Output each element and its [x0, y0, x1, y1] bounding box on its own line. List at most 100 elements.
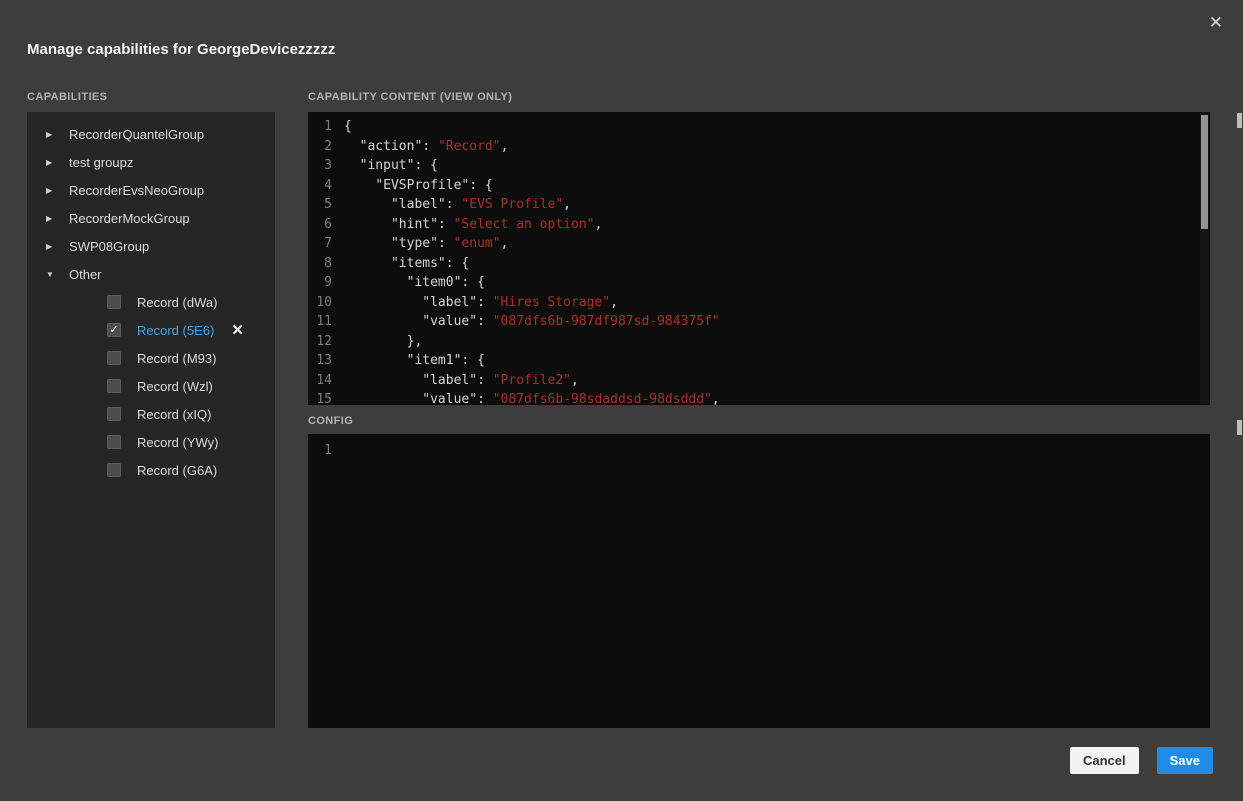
editor-scrollbar-track[interactable]: [1200, 113, 1209, 404]
tree-item-record-5e6[interactable]: ✓Record (5E6) ✕: [27, 316, 275, 344]
code-line: 14 "label": "Profile2",: [308, 371, 1210, 391]
code-line: 8 "items": {: [308, 254, 1210, 274]
code-text: "value": "087dfs6b-98sdaddsd-98dsddd",: [344, 390, 720, 405]
code-line: 15 "value": "087dfs6b-98sdaddsd-98dsddd"…: [308, 390, 1210, 405]
editor-scrollbar-thumb[interactable]: [1201, 115, 1208, 229]
capabilities-panel: ▶RecorderQuantelGroup▶test groupz▶Record…: [27, 112, 275, 728]
tree-item-record-ywy[interactable]: Record (YWy): [27, 428, 275, 456]
tree-item-record-xiq[interactable]: Record (xIQ): [27, 400, 275, 428]
line-number: 2: [308, 137, 332, 157]
code-text: "items": {: [344, 254, 469, 274]
checkbox[interactable]: [107, 379, 121, 393]
tree-group-swp08group[interactable]: ▶SWP08Group: [27, 232, 275, 260]
tree-group-recorderquantelgroup[interactable]: ▶RecorderQuantelGroup: [27, 120, 275, 148]
tree-item-label: Record (5E6): [108, 323, 214, 338]
code-text: "EVSProfile": {: [344, 176, 493, 196]
chevron-right-icon[interactable]: ▶: [46, 158, 60, 167]
config-editor[interactable]: 1: [308, 434, 1210, 728]
code-text: {: [344, 117, 352, 137]
code-text: "label": "Hires Storage",: [344, 293, 618, 313]
tree-group-label: SWP08Group: [60, 239, 149, 254]
line-number: 10: [308, 293, 332, 313]
tree-group-label: RecorderMockGroup: [60, 211, 190, 226]
tree-group-label: RecorderEvsNeoGroup: [60, 183, 204, 198]
chevron-right-icon[interactable]: ▶: [46, 242, 60, 251]
code-text: "action": "Record",: [344, 137, 508, 157]
checkbox[interactable]: [107, 435, 121, 449]
tree-item-record-m93[interactable]: Record (M93): [27, 344, 275, 372]
checkbox[interactable]: [107, 463, 121, 477]
tree-group-recorderevsneogroup[interactable]: ▶RecorderEvsNeoGroup: [27, 176, 275, 204]
tree-item-label: Record (xIQ): [108, 407, 211, 422]
line-number: 3: [308, 156, 332, 176]
cancel-button[interactable]: Cancel: [1070, 747, 1139, 774]
code-line: 2 "action": "Record",: [308, 137, 1210, 157]
line-number: 7: [308, 234, 332, 254]
code-text: "item1": {: [344, 351, 485, 371]
code-line: 1{: [308, 117, 1210, 137]
code-text: },: [344, 332, 422, 352]
checkbox[interactable]: [107, 295, 121, 309]
line-number: 14: [308, 371, 332, 391]
chevron-right-icon[interactable]: ▶: [46, 130, 60, 139]
code-line: 5 "label": "EVS Profile",: [308, 195, 1210, 215]
tree-item-record-g6a[interactable]: Record (G6A): [27, 456, 275, 484]
capability-content-code: 1{2 "action": "Record",3 "input": {4 "EV…: [308, 117, 1210, 405]
tree-group-label: Other: [60, 267, 102, 282]
tree-group-recordermockgroup[interactable]: ▶RecorderMockGroup: [27, 204, 275, 232]
chevron-right-icon[interactable]: ▶: [46, 186, 60, 195]
code-line: 7 "type": "enum",: [308, 234, 1210, 254]
checkbox-checked[interactable]: ✓: [107, 323, 121, 337]
code-line: 11 "value": "087dfs6b-987df987sd-984375f…: [308, 312, 1210, 332]
capability-content-editor[interactable]: 1{2 "action": "Record",3 "input": {4 "EV…: [308, 112, 1210, 405]
code-line: 3 "input": {: [308, 156, 1210, 176]
code-text: "label": "EVS Profile",: [344, 195, 571, 215]
page-scrollbar-thumb[interactable]: [1237, 113, 1242, 128]
modal-title: Manage capabilities for GeorgeDevicezzzz…: [27, 41, 335, 58]
close-icon[interactable]: ✕: [1209, 14, 1223, 31]
code-text: "item0": {: [344, 273, 485, 293]
line-number: 4: [308, 176, 332, 196]
save-button[interactable]: Save: [1157, 747, 1213, 774]
tree-group-other[interactable]: ▼Other: [27, 260, 275, 288]
chevron-right-icon[interactable]: ▶: [46, 214, 60, 223]
page-scrollbar-thumb[interactable]: [1237, 420, 1242, 435]
config-header: CONFIG: [308, 415, 353, 427]
modal-footer: Cancel Save: [1070, 747, 1213, 774]
line-number: 13: [308, 351, 332, 371]
line-number: 1: [308, 117, 332, 137]
checkbox[interactable]: [107, 351, 121, 365]
line-number: 11: [308, 312, 332, 332]
line-number: 9: [308, 273, 332, 293]
line-number: 8: [308, 254, 332, 274]
code-line: 10 "label": "Hires Storage",: [308, 293, 1210, 313]
tree-item-label: Record (YWy): [108, 435, 219, 450]
line-number: 6: [308, 215, 332, 235]
code-line: 9 "item0": {: [308, 273, 1210, 293]
tree-item-label: Record (G6A): [108, 463, 217, 478]
remove-icon[interactable]: ✕: [231, 323, 244, 338]
tree-group-test-groupz[interactable]: ▶test groupz: [27, 148, 275, 176]
code-line: 12 },: [308, 332, 1210, 352]
line-number: 5: [308, 195, 332, 215]
checkbox[interactable]: [107, 407, 121, 421]
tree-item-label: Record (M93): [108, 351, 216, 366]
tree-group-label: RecorderQuantelGroup: [60, 127, 204, 142]
code-text: "hint": "Select an option",: [344, 215, 602, 235]
tree-item-record-wzl[interactable]: Record (Wzl): [27, 372, 275, 400]
config-code: 1: [308, 441, 1210, 461]
tree-item-label: Record (dWa): [108, 295, 217, 310]
capabilities-header: CAPABILITIES: [27, 91, 107, 103]
capability-content-header: CAPABILITY CONTENT (VIEW ONLY): [308, 91, 512, 103]
code-line: 1: [308, 441, 1210, 461]
chevron-down-icon[interactable]: ▼: [46, 270, 60, 279]
line-number: 1: [308, 441, 332, 461]
code-line: 6 "hint": "Select an option",: [308, 215, 1210, 235]
tree-group-label: test groupz: [60, 155, 133, 170]
code-text: "input": {: [344, 156, 438, 176]
tree-item-record-dwa[interactable]: Record (dWa): [27, 288, 275, 316]
line-number: 12: [308, 332, 332, 352]
code-text: "type": "enum",: [344, 234, 508, 254]
code-line: 4 "EVSProfile": {: [308, 176, 1210, 196]
capabilities-tree: ▶RecorderQuantelGroup▶test groupz▶Record…: [27, 120, 275, 484]
